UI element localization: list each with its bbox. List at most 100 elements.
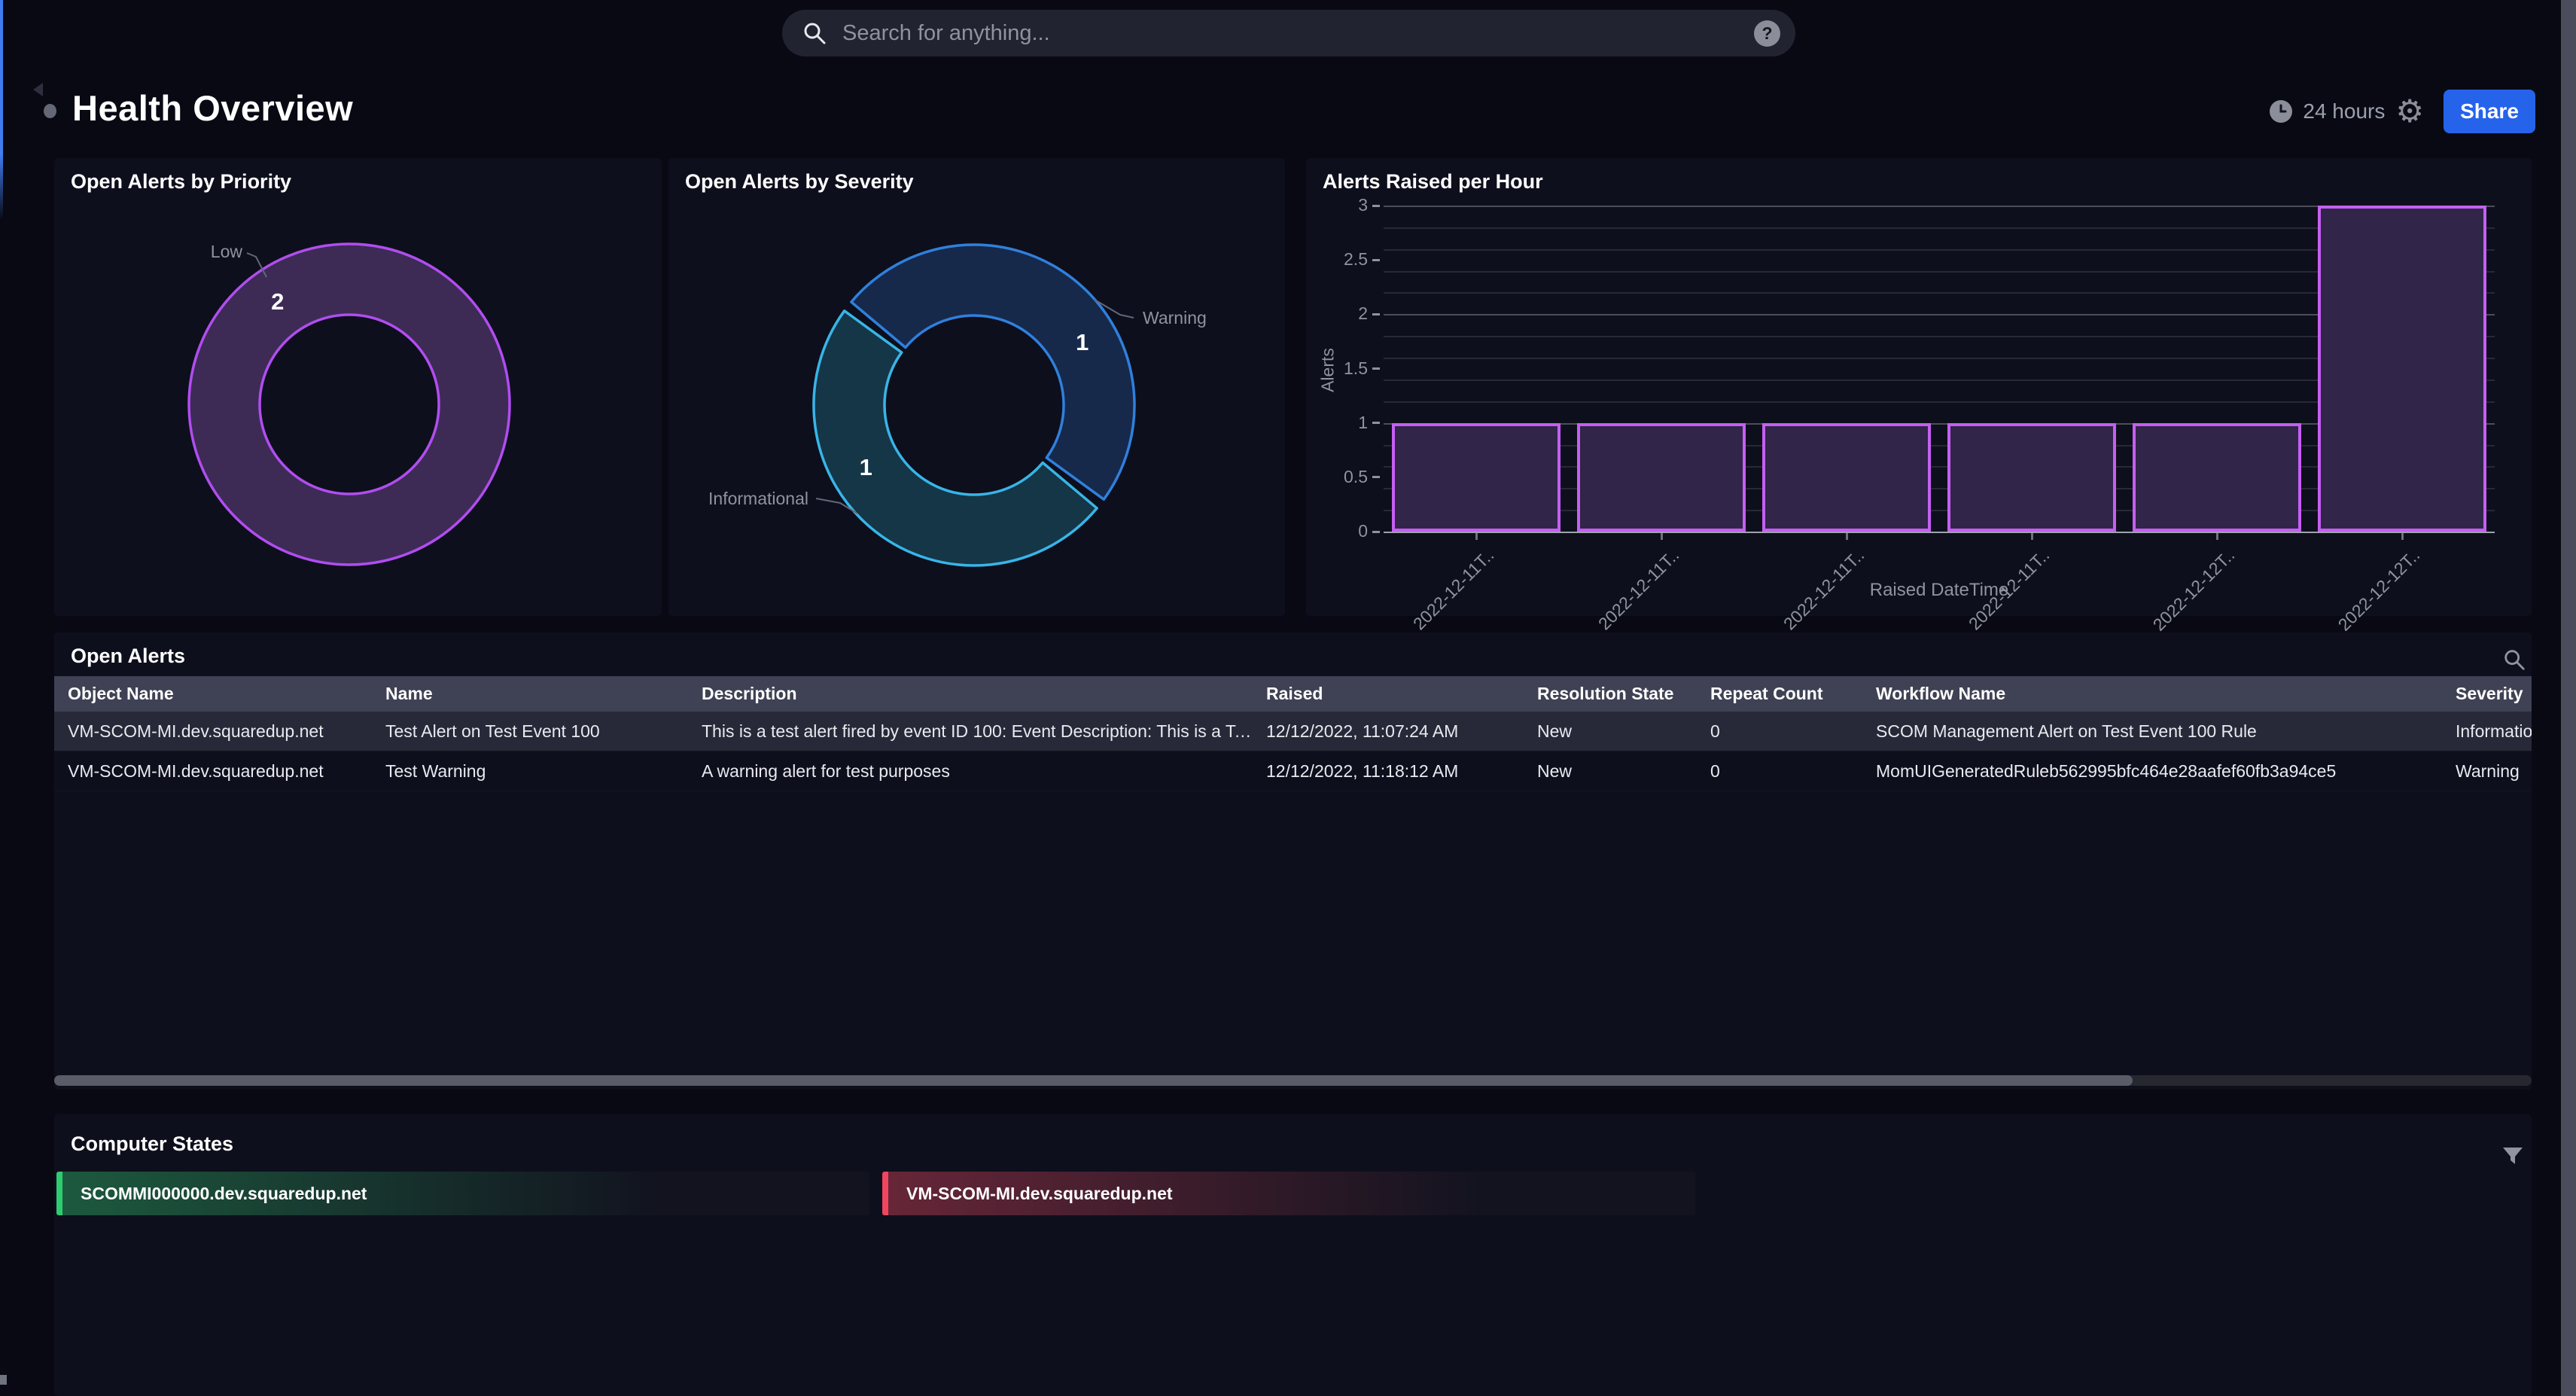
priority-donut-chart: 2 Low (54, 158, 662, 616)
table-horizontal-scrollbar[interactable] (54, 1075, 2532, 1086)
open-alerts-table: Object NameNameDescriptionRaisedResoluti… (54, 676, 2532, 791)
panel-open-alerts: Open Alerts Object NameNameDescriptionRa… (54, 632, 2532, 1090)
y-axis-tick (1372, 531, 1380, 533)
slice-callout-label: Warning (1143, 308, 1207, 328)
bar[interactable] (1947, 423, 2116, 532)
computer-name: VM-SCOM-MI.dev.squaredup.net (888, 1184, 1173, 1204)
y-axis-tick (1372, 205, 1380, 207)
y-axis-tick-label: 0.5 (1312, 467, 1368, 487)
slice-callout-label: Low (211, 242, 243, 261)
bar[interactable] (1577, 423, 1746, 532)
chevron-left-icon[interactable] (33, 83, 43, 96)
table-cell: Warning (2442, 761, 2532, 782)
search-input[interactable] (841, 20, 1754, 47)
y-axis-tick (1372, 259, 1380, 261)
column-header[interactable]: Resolution State (1524, 684, 1697, 704)
table-cell: MomUIGeneratedRuleb562995bfc464e28aafef6… (1862, 761, 2442, 782)
bar-chart-plot-area (1384, 206, 2495, 533)
panel-title: Alerts Raised per Hour (1323, 170, 1543, 194)
panel-title: Open Alerts by Severity (685, 170, 914, 194)
clock-icon (2268, 99, 2294, 124)
column-header[interactable]: Description (688, 684, 1253, 704)
global-search[interactable]: ? (782, 10, 1795, 56)
table-cell: 0 (1697, 761, 1862, 782)
y-axis-tick-label: 1.5 (1312, 358, 1368, 379)
gear-icon[interactable]: ⚙ (2395, 96, 2424, 127)
timeframe-label[interactable]: 24 hours (2303, 99, 2385, 123)
y-axis-tick (1372, 422, 1380, 424)
column-header[interactable]: Object Name (54, 684, 372, 704)
table-cell: Test Warning (372, 761, 688, 782)
table-row[interactable]: VM-SCOM-MI.dev.squaredup.netTest Warning… (54, 751, 2532, 791)
x-axis-tick (1475, 533, 1478, 540)
y-axis-tick-label: 0 (1312, 521, 1368, 541)
page-scrollbar[interactable] (2561, 0, 2576, 1396)
health-status-dot (44, 104, 56, 118)
column-header[interactable]: Workflow Name (1862, 684, 2442, 704)
panel-open-alerts-by-severity: Open Alerts by Severity 1 1 Warning Informa… (668, 158, 1285, 616)
share-button[interactable]: Share (2444, 90, 2535, 133)
scrollbar-fragment (0, 1375, 7, 1385)
y-axis-tick-label: 2.5 (1312, 249, 1368, 270)
panel-alerts-raised-per-hour: Alerts Raised per Hour Alerts Raised Dat… (1306, 158, 2532, 616)
column-header[interactable]: Raised (1253, 684, 1524, 704)
filter-icon[interactable] (2503, 1148, 2523, 1165)
header-actions: 24 hours ⚙ Share (2268, 90, 2535, 133)
table-body: VM-SCOM-MI.dev.squaredup.netTest Alert o… (54, 712, 2532, 791)
panel-open-alerts-by-priority: Open Alerts by Priority 2 Low (54, 158, 662, 616)
x-axis-title: Raised DateTime (1384, 580, 2495, 601)
table-cell: New (1524, 761, 1697, 782)
table-cell: 12/12/2022, 11:07:24 AM (1253, 721, 1524, 742)
panel-title: Open Alerts by Priority (71, 170, 291, 194)
panel-computer-states: Computer States SCOMMI000000.dev.squared… (54, 1114, 2532, 1396)
x-axis-tick (1846, 533, 1848, 540)
bar[interactable] (1392, 423, 1561, 532)
x-axis-tick (2031, 533, 2033, 540)
x-axis-tick (2401, 533, 2404, 540)
severity-donut-chart: 1 1 Warning Informational (668, 158, 1285, 616)
y-axis-tick (1372, 367, 1380, 370)
bar[interactable] (1762, 423, 1931, 532)
slice-value-label: 1 (1076, 329, 1089, 355)
left-edge-accent (0, 0, 3, 220)
y-axis-tick-label: 2 (1312, 303, 1368, 324)
slice-value-label: 1 (860, 454, 872, 480)
column-header[interactable]: Name (372, 684, 688, 704)
computer-state-tile[interactable]: VM-SCOM-MI.dev.squaredup.net (882, 1172, 1695, 1215)
table-cell: 12/12/2022, 11:18:12 AM (1253, 761, 1524, 782)
table-cell: A warning alert for test purposes (688, 761, 1253, 782)
x-axis-tick (2216, 533, 2218, 540)
y-axis-tick-label: 3 (1312, 195, 1368, 215)
table-cell: SCOM Management Alert on Test Event 100 … (1862, 721, 2442, 742)
scrollbar-thumb[interactable] (54, 1075, 2133, 1086)
page-title: Health Overview (72, 84, 353, 133)
donut-slice-low[interactable] (224, 279, 474, 529)
table-cell: Test Alert on Test Event 100 (372, 721, 688, 742)
column-header[interactable]: Severity (2442, 684, 2532, 704)
x-axis-tick (1661, 533, 1663, 540)
table-search-icon[interactable] (2502, 648, 2526, 672)
computer-name: SCOMMI000000.dev.squaredup.net (62, 1184, 367, 1204)
table-row[interactable]: VM-SCOM-MI.dev.squaredup.netTest Alert o… (54, 712, 2532, 751)
table-cell: New (1524, 721, 1697, 742)
bar[interactable] (2133, 423, 2301, 532)
computer-states-row: SCOMMI000000.dev.squaredup.net VM-SCOM-MI… (56, 1172, 1695, 1215)
search-icon (802, 20, 827, 46)
dashboard-page: ? Health Overview 24 hours ⚙ Share Open … (0, 0, 2576, 1396)
y-axis-tick-label: 1 (1312, 413, 1368, 433)
help-icon[interactable]: ? (1754, 20, 1780, 47)
table-cell: 0 (1697, 721, 1862, 742)
table-header-row: Object NameNameDescriptionRaisedResoluti… (54, 676, 2532, 712)
table-cell: VM-SCOM-MI.dev.squaredup.net (54, 721, 372, 742)
column-header[interactable]: Repeat Count (1697, 684, 1862, 704)
table-cell: This is a test alert fired by event ID 1… (688, 721, 1253, 742)
slice-value-label: 2 (271, 288, 284, 315)
panel-title: Computer States (71, 1132, 233, 1156)
y-axis-tick (1372, 313, 1380, 315)
table-cell: VM-SCOM-MI.dev.squaredup.net (54, 761, 372, 782)
computer-state-tile[interactable]: SCOMMI000000.dev.squaredup.net (56, 1172, 869, 1215)
y-axis-tick (1372, 476, 1380, 478)
slice-callout-label: Informational (708, 489, 808, 508)
bar[interactable] (2318, 206, 2486, 532)
panel-title: Open Alerts (71, 645, 185, 668)
